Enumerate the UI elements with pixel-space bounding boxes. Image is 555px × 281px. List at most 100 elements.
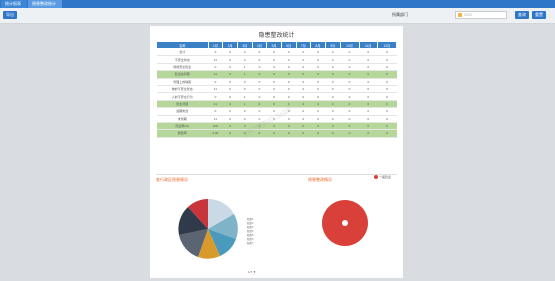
table-cell: 0 [237, 107, 253, 116]
table-cell: 0 [359, 122, 378, 131]
tab-stats[interactable]: 统计报表 [1, 0, 27, 8]
table-cell: 0 [252, 92, 267, 101]
table-cell: 0 [222, 100, 238, 109]
table-cell: 0 [222, 70, 238, 79]
table-cell: 0 [340, 63, 359, 72]
table-cell: 0 [222, 129, 238, 138]
table-cell: 0 [281, 92, 297, 101]
table-cell: 0 [266, 78, 282, 86]
table-cell: 0 [325, 63, 341, 72]
table-cell: 0 [310, 122, 326, 131]
table-cell: 0 [359, 107, 378, 116]
table-cell: 0 [266, 55, 282, 64]
table-cell: 0 [266, 129, 282, 138]
table-cell: 0 [377, 63, 397, 72]
table-cell: 0 [237, 85, 253, 94]
pie-legend-item: 隐患7 [247, 242, 254, 245]
table-cell: 0 [281, 63, 297, 72]
table-cell: 0 [266, 70, 282, 79]
table-cell: 0 [340, 85, 359, 94]
table-cell: 0 [325, 100, 341, 109]
table-cell: 0 [310, 55, 326, 64]
table-cell: 0 [310, 107, 326, 116]
tab-hazard-rectification[interactable]: 隐患整改统计 [28, 0, 62, 8]
table-cell: 0 [325, 92, 341, 101]
table-cell: 0 [340, 78, 359, 86]
report-panel: 隐患整改统计 名称 1月 2月 3月 4月 5月 6月 7月 8月 9月 10月 11月 12月 合计 0… [150, 26, 403, 278]
table-cell: 0 [237, 78, 253, 86]
reset-button[interactable]: 重置 [532, 11, 546, 19]
table-cell: 0 [281, 48, 297, 57]
table-row: 物的不安全状态 11 0 0 0 0 0 0 0 0 0 0 0 [156, 85, 397, 94]
date-field[interactable]: 2020 [455, 11, 507, 19]
toolbar: 导出 所属部门 2020 查询 重置 [0, 8, 555, 24]
table-row: 人的不安全行为 0 0 1 0 0 0 0 0 0 0 0 0 [156, 92, 397, 101]
table-cell: 0 [359, 63, 378, 72]
table-cell: 0 [325, 85, 341, 94]
table-cell: 0 [208, 78, 223, 86]
table-cell: 0 [325, 122, 341, 131]
table-header: 5月 [266, 41, 282, 49]
table-cell: 0 [266, 85, 282, 94]
ring-legend: 一般隐患 [374, 175, 391, 180]
table-cell: 0 [281, 122, 297, 131]
table-cell: 0 [377, 48, 397, 57]
row-label: 未到期 [156, 115, 209, 123]
table-cell: 0 [377, 100, 397, 109]
export-button[interactable]: 导出 [3, 11, 17, 19]
tab-bar: 统计报表 隐患整改统计 [0, 0, 555, 8]
legend-dot-icon [374, 175, 378, 180]
table-header: 9月 [324, 41, 341, 49]
table-cell: 0 [359, 129, 378, 138]
table-cell: 0 [325, 48, 341, 57]
pager[interactable]: 1/7 ▼ [248, 270, 256, 274]
table-cell: 0 [359, 100, 378, 109]
table-cell: 0 [325, 107, 341, 116]
table-cell: 0 [296, 107, 311, 116]
table-cell: 0 [377, 70, 397, 79]
table-cell: 0 [377, 107, 397, 116]
table-cell: 0 [296, 100, 311, 109]
table-cell: 0 [296, 122, 311, 131]
table-cell: 0 [222, 122, 238, 131]
table-cell: 0 [296, 129, 311, 138]
table-cell: 0 [222, 107, 238, 116]
table-cell: 0 [377, 55, 397, 64]
table-header: 10月 [339, 41, 360, 49]
stats-table: 名称 1月 2月 3月 4月 5月 6月 7月 8月 9月 10月 11月 12月 合计 0 0 0 0 0 0 0 0… [156, 41, 398, 138]
pager-text: 1/7 [248, 270, 253, 274]
row-label: 整改率 [156, 129, 209, 138]
table-cell: 0 [252, 100, 267, 109]
table-cell: 0 [252, 70, 267, 79]
table-cell: 0 [281, 70, 297, 79]
table-cell: 0 [252, 55, 267, 64]
table-header: 4月 [251, 41, 268, 49]
table-cell: 11 [208, 85, 223, 94]
table-cell: 0 [281, 129, 297, 138]
section-right-title: 隐患整改情况 [308, 177, 332, 182]
table-row: 管理上的缺陷 0 0 0 0 0 0 0 0 0 0 0 0 [156, 78, 397, 86]
table-cell: 0 [208, 63, 223, 72]
query-button[interactable]: 查询 [515, 11, 529, 19]
table-cell: 0 [310, 63, 326, 72]
table-cell: 0 [310, 129, 326, 138]
table-cell: 0 [296, 78, 311, 86]
table-cell: 0 [222, 78, 238, 86]
table-header: 1月 [207, 41, 224, 49]
table-row: 隐患率(%) 100 0 0 0 0 0 0 0 0 0 0 0 [156, 122, 397, 131]
table-cell: 0 [359, 78, 378, 86]
table-cell: 0 [340, 70, 359, 79]
table-cell: 0 [222, 55, 238, 64]
table-cell: 0 [296, 92, 311, 101]
table-header: 7月 [295, 41, 312, 49]
table-cell: 0 [222, 85, 238, 94]
table-cell: 0 [281, 78, 297, 86]
table-cell: 0 [208, 48, 223, 57]
table-cell: 0 [252, 63, 267, 72]
table-cell: 0 [359, 55, 378, 64]
table-cell: 0 [310, 85, 326, 94]
table-cell: 0 [340, 129, 359, 138]
table-header: 6月 [280, 41, 297, 49]
table-cell: 0 [310, 115, 326, 123]
table-cell: 0 [281, 85, 297, 94]
